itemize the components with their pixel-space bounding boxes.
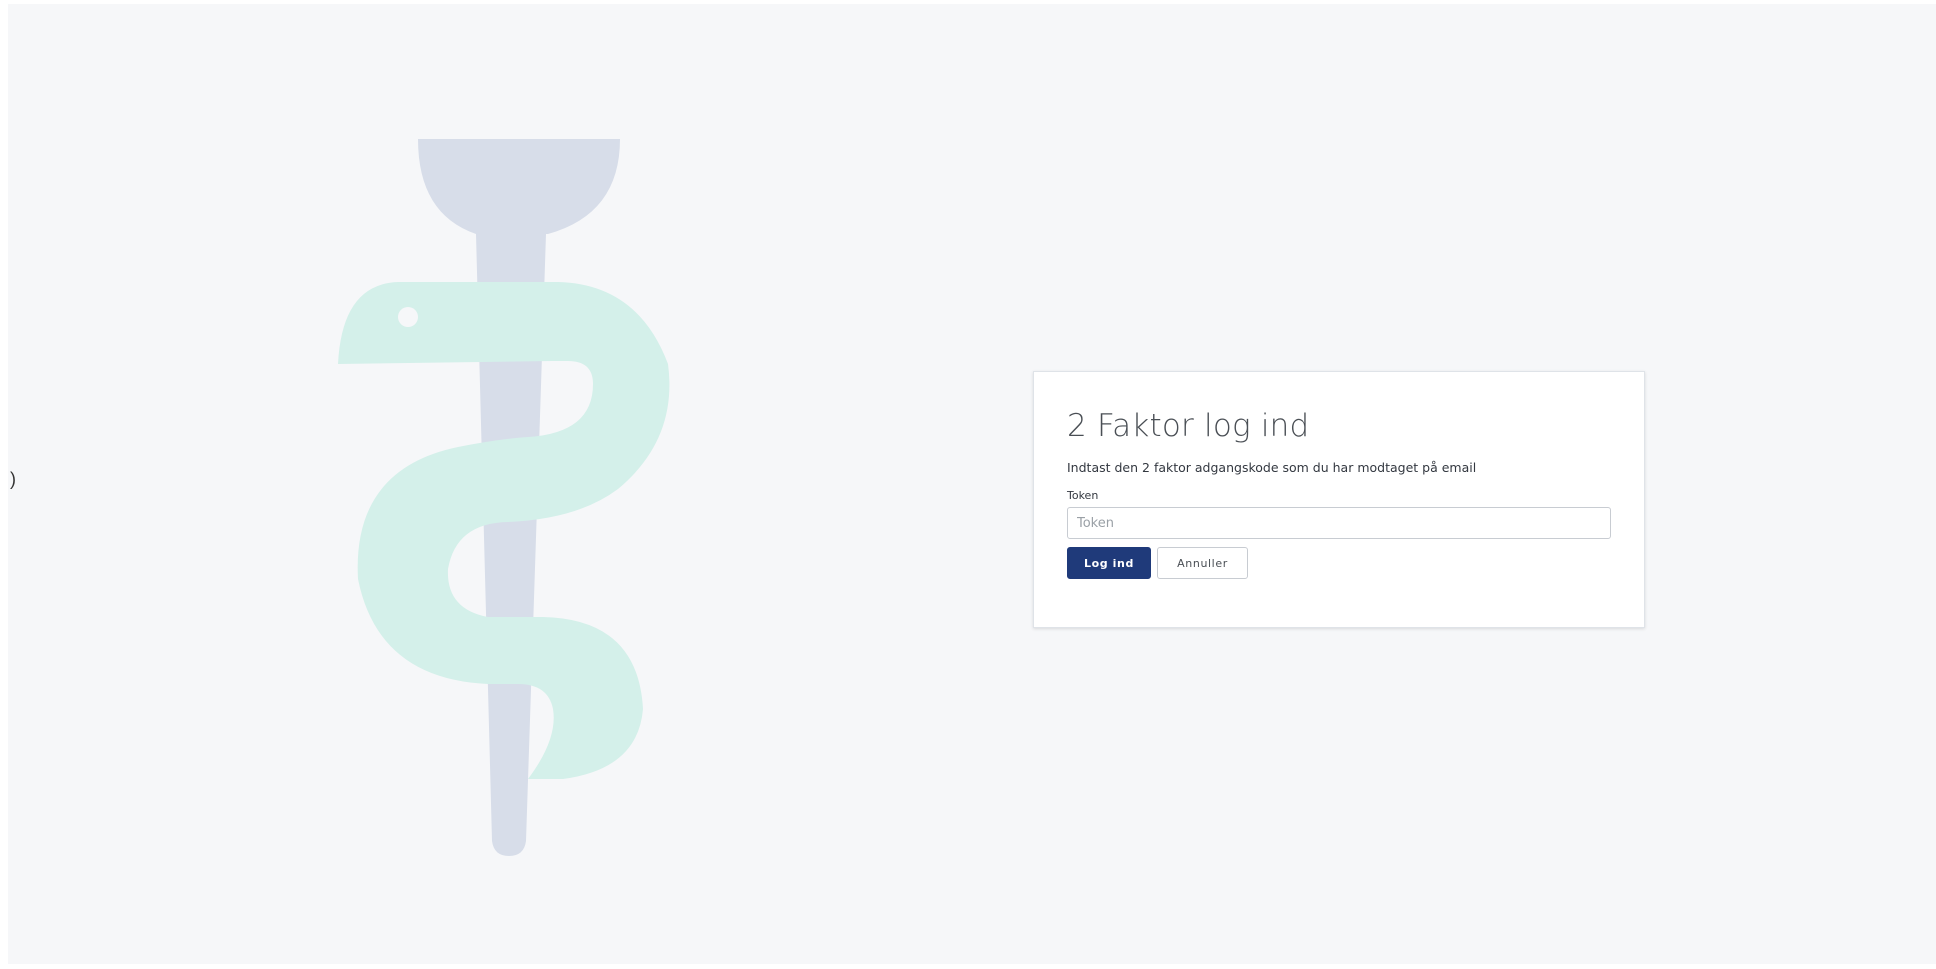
log-in-button[interactable]: Log ind xyxy=(1067,547,1151,579)
two-factor-login-card: 2 Faktor log ind Indtast den 2 faktor ad… xyxy=(1033,371,1645,628)
rod-of-asclepius-icon xyxy=(338,139,670,856)
edge-mark: ) xyxy=(10,469,16,489)
snake-eye xyxy=(398,307,418,327)
token-input[interactable] xyxy=(1067,507,1611,539)
page-title: 2 Faktor log ind xyxy=(1067,408,1310,444)
form-actions: Log ind Annuller xyxy=(1067,547,1612,579)
token-label: Token xyxy=(1067,489,1099,502)
login-page: ) 2 Faktor log ind Indtast den 2 faktor … xyxy=(8,4,1936,964)
login-instructions: Indtast den 2 faktor adgangskode som du … xyxy=(1067,460,1477,475)
cancel-button[interactable]: Annuller xyxy=(1157,547,1248,579)
